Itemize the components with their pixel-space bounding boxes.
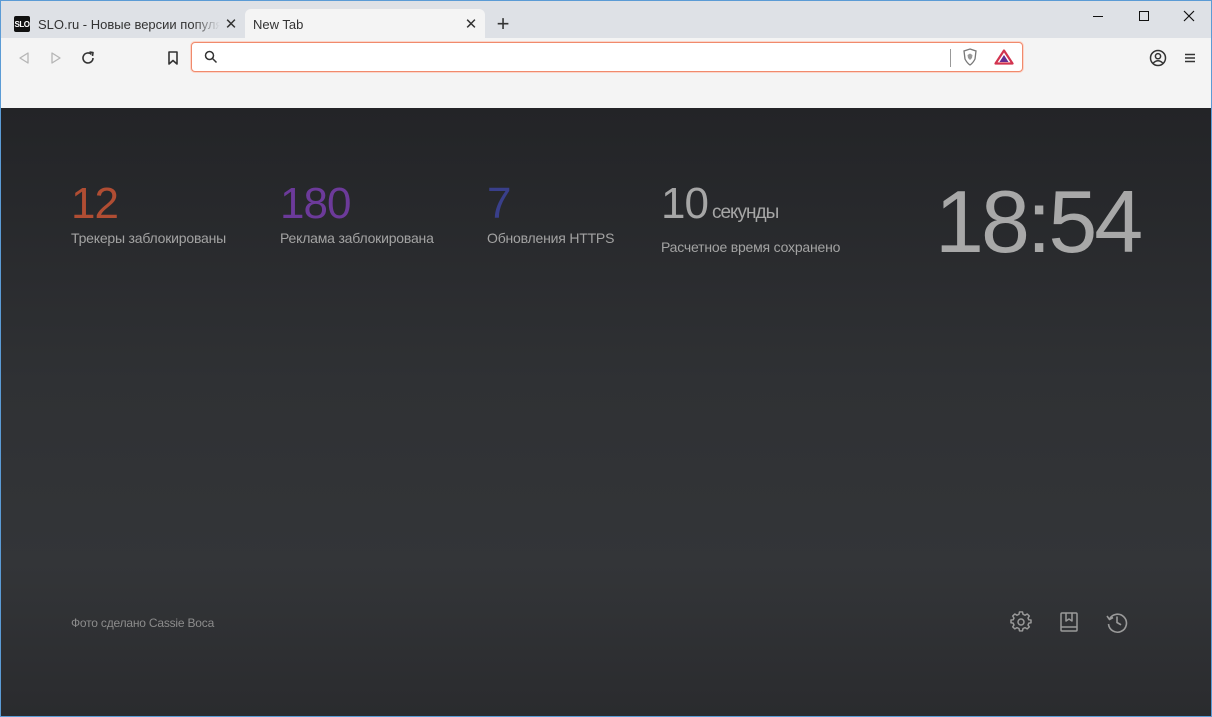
reload-icon <box>82 51 94 64</box>
stat-value: 12 <box>71 179 119 228</box>
stat-https: 7 Обновления HTTPS <box>487 179 615 247</box>
stat-label: Трекеры заблокированы <box>71 230 227 246</box>
search-icon <box>204 50 218 64</box>
gear-icon <box>1010 611 1032 632</box>
back-icon <box>19 52 29 64</box>
stat-value: 10 <box>661 179 709 228</box>
address-bar[interactable] <box>191 42 1023 72</box>
close-icon <box>1183 10 1195 22</box>
title-bar: SLO SLO.ru - Новые версии популярных про… <box>0 0 1212 39</box>
brave-rewards-icon[interactable] <box>994 49 1014 65</box>
stat-trackers: 12 Трекеры заблокированы <box>71 179 227 247</box>
tab-slo[interactable]: SLO SLO.ru - Новые версии популярных про… <box>7 9 245 39</box>
account-button[interactable] <box>1146 46 1170 70</box>
stat-label: Реклама заблокирована <box>280 230 434 246</box>
settings-button[interactable] <box>1007 608 1035 636</box>
history-button[interactable] <box>1103 608 1131 636</box>
bookmarks-icon <box>1060 612 1078 632</box>
favicon-slo: SLO <box>14 16 30 32</box>
maximize-icon <box>1139 11 1149 21</box>
history-icon <box>1106 613 1128 633</box>
tab-close-button[interactable]: ✕ <box>220 15 242 33</box>
new-tab-page: 12 Трекеры заблокированы 180 Реклама заб… <box>0 108 1212 717</box>
photo-credit[interactable]: Фото сделано Cassie Boca <box>71 616 214 630</box>
tab-title: SLO.ru - Новые версии популярных програм… <box>38 16 220 32</box>
address-input[interactable] <box>226 47 946 67</box>
hamburger-menu-icon <box>1185 53 1195 63</box>
brave-shield-icon[interactable] <box>962 48 978 66</box>
stat-ads: 180 Реклама заблокирована <box>280 179 434 247</box>
forward-button[interactable] <box>44 46 68 70</box>
toolbar <box>0 38 1212 108</box>
tab-title: New Tab <box>253 16 304 32</box>
stat-time-saved: 10 секунды Расчетное время сохранено <box>661 182 841 256</box>
stat-value-row: 10 секунды <box>661 182 840 235</box>
stat-label: Расчетное время сохранено <box>661 239 841 255</box>
stat-value: 7 <box>487 179 511 228</box>
tab-close-button[interactable]: ✕ <box>460 15 482 33</box>
new-tab-button[interactable]: + <box>491 11 515 37</box>
bookmarks-button[interactable] <box>1055 608 1083 636</box>
bookmark-icon <box>168 51 178 65</box>
minimize-icon <box>1093 16 1103 17</box>
divider <box>950 49 951 67</box>
stat-value: 180 <box>280 179 351 228</box>
close-window-button[interactable] <box>1166 1 1212 31</box>
back-button[interactable] <box>12 46 36 70</box>
minimize-button[interactable] <box>1075 1 1121 31</box>
tab-new-tab[interactable]: New Tab ✕ <box>245 9 485 39</box>
menu-button[interactable] <box>1178 46 1202 70</box>
forward-icon <box>51 52 61 64</box>
stat-unit: секунды <box>711 202 779 223</box>
stat-label: Обновления HTTPS <box>487 230 615 246</box>
reload-button[interactable] <box>76 46 100 70</box>
bookmark-button[interactable] <box>161 46 185 70</box>
clock: 18:54 <box>935 172 1143 271</box>
maximize-button[interactable] <box>1121 1 1167 31</box>
profile-icon <box>1149 49 1167 67</box>
